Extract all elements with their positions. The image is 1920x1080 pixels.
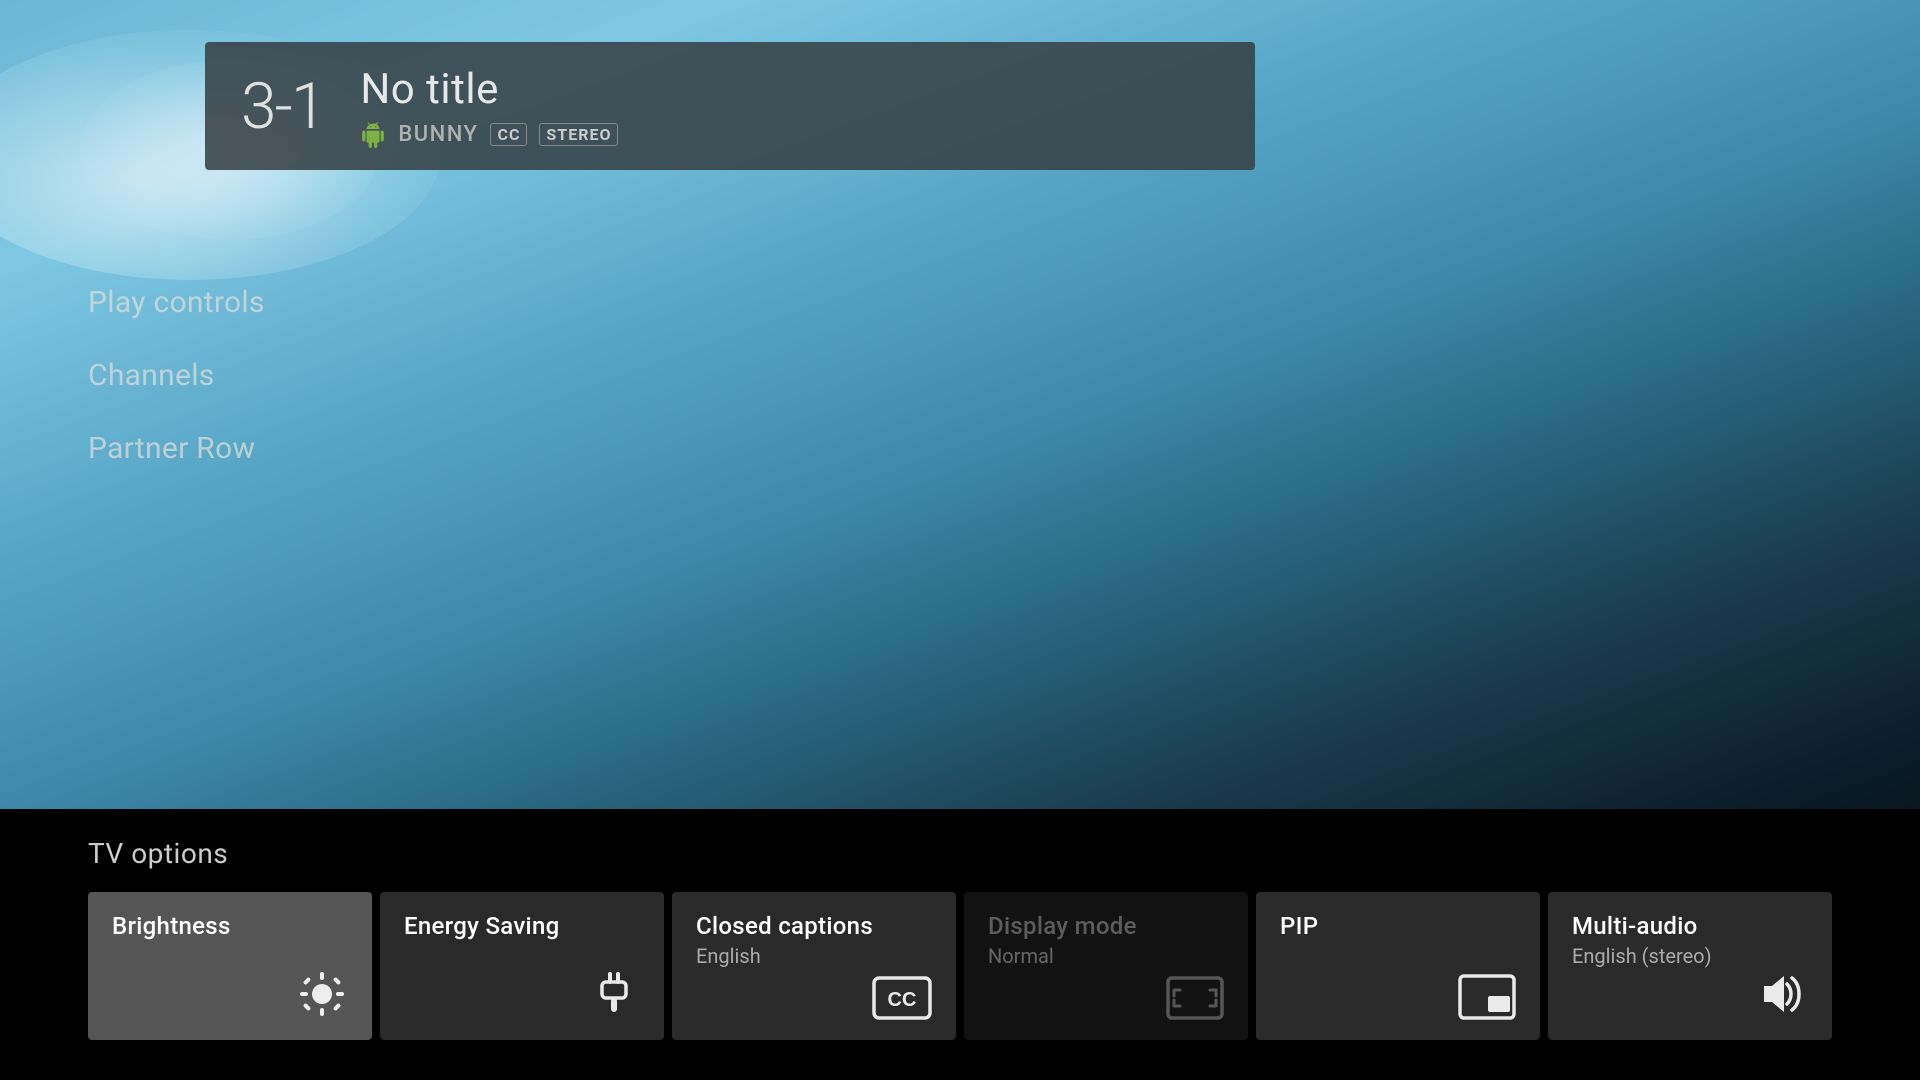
badge-stereo: STEREO: [539, 123, 618, 146]
multi-audio-sublabel: English (stereo): [1572, 944, 1808, 968]
display-mode-sublabel: Normal: [988, 944, 1224, 968]
closed-captions-label: Closed captions: [696, 912, 932, 940]
channel-info: No title BUNNY CC STEREO: [360, 65, 618, 148]
option-card-multi-audio[interactable]: Multi-audio English (stereo): [1548, 892, 1832, 1040]
multi-audio-label: Multi-audio: [1572, 912, 1808, 940]
multi-audio-icon: [1756, 968, 1808, 1020]
option-card-closed-captions[interactable]: Closed captions English CC: [672, 892, 956, 1040]
pip-label: PIP: [1280, 912, 1516, 940]
options-grid: Brightness Energy Saving: [88, 892, 1832, 1040]
tv-options-title: TV options: [88, 837, 1832, 870]
option-card-brightness[interactable]: Brightness: [88, 892, 372, 1040]
display-mode-label: Display mode: [988, 912, 1224, 940]
energy-saving-label: Energy Saving: [404, 912, 640, 940]
closed-captions-sublabel: English: [696, 944, 932, 968]
channel-name: BUNNY: [398, 122, 478, 147]
pip-icon: [1458, 974, 1516, 1020]
option-card-pip[interactable]: PIP: [1256, 892, 1540, 1040]
channel-bar: 3-1 No title BUNNY CC STEREO: [205, 42, 1255, 170]
brightness-icon: [296, 968, 348, 1020]
channel-number: 3-1: [241, 69, 324, 144]
svg-text:CC: CC: [888, 989, 917, 1011]
sidebar-item-play-controls[interactable]: Play controls: [88, 285, 265, 320]
energy-saving-icon: [588, 968, 640, 1020]
channel-meta: BUNNY CC STEREO: [360, 122, 618, 148]
option-card-display-mode[interactable]: Display mode Normal: [964, 892, 1248, 1040]
sidebar-item-partner-row[interactable]: Partner Row: [88, 431, 265, 466]
tv-options-section: TV options Brightness: [0, 809, 1920, 1080]
android-icon: [360, 122, 386, 148]
option-card-energy-saving[interactable]: Energy Saving: [380, 892, 664, 1040]
sidebar: Play controls Channels Partner Row: [88, 285, 265, 466]
closed-captions-icon: CC: [872, 976, 932, 1020]
badge-cc: CC: [490, 123, 527, 146]
brightness-label: Brightness: [112, 912, 348, 940]
channel-title: No title: [360, 65, 618, 114]
sidebar-item-channels[interactable]: Channels: [88, 358, 265, 393]
display-mode-icon: [1166, 976, 1224, 1020]
